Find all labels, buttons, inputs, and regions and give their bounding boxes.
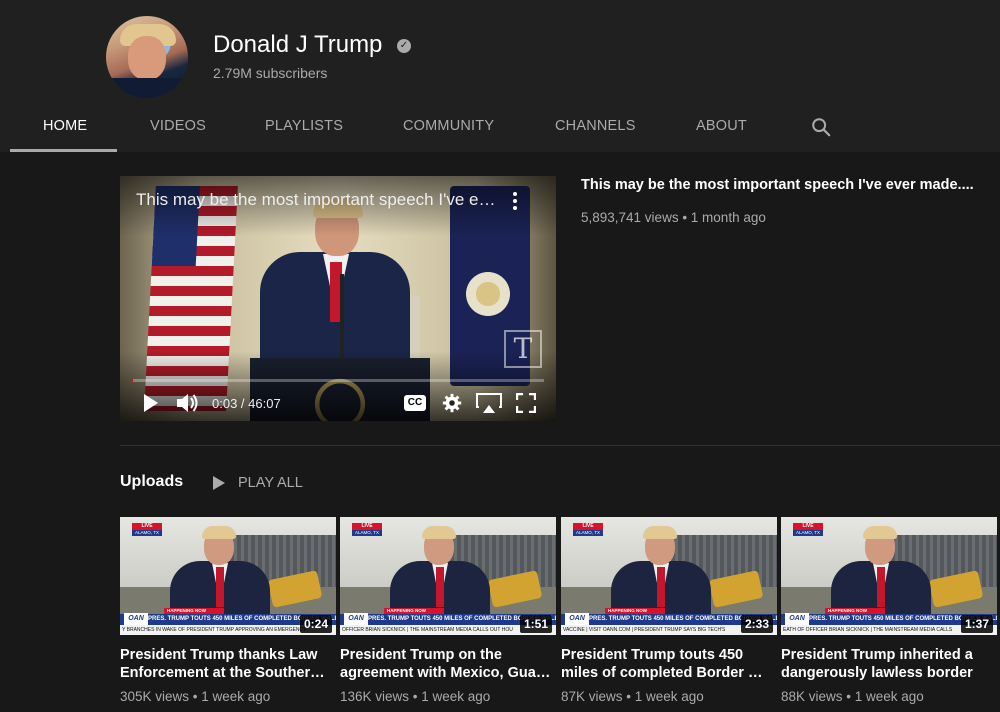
live-tag: LIVE <box>573 523 603 530</box>
video-title-line: President Trump thanks Law <box>120 647 318 663</box>
fullscreen-icon[interactable] <box>516 393 536 413</box>
microphone <box>340 274 344 360</box>
location-tag: ALAMO, TX <box>573 530 603 536</box>
section-divider <box>120 445 1000 446</box>
avatar-face <box>128 36 166 80</box>
video-title-line: agreement with Mexico, Guatemala <box>340 665 552 681</box>
video-title[interactable]: President Trump thanks Law Enforcement a… <box>120 646 332 682</box>
duration-badge: 0:24 <box>299 615 332 633</box>
video-thumbnail[interactable]: LIVE ALAMO, TX HAPPENING NOW PRES. TRUMP… <box>561 517 777 635</box>
flag-seal <box>460 266 516 322</box>
time-display: 0:03 / 46:07 <box>212 396 281 411</box>
tab-community[interactable]: COMMUNITY <box>403 118 494 134</box>
video-thumbnail[interactable]: LIVE ALAMO, TX HAPPENING NOW PRES. TRUMP… <box>781 517 997 635</box>
channel-name: Donald J Trump <box>213 31 383 58</box>
subscriber-count: 2.79M subscribers <box>213 65 328 81</box>
video-meta: 87K views • 1 week ago <box>561 689 704 704</box>
video-thumbnail[interactable]: LIVE ALAMO, TX HAPPENING NOW PRES. TRUMP… <box>120 517 336 635</box>
more-vert-icon[interactable] <box>512 192 518 210</box>
tab-videos[interactable]: VIDEOS <box>150 118 206 134</box>
search-icon[interactable] <box>810 116 832 138</box>
check-circle-icon: ✓ <box>397 39 411 53</box>
video-title[interactable]: President Trump on the agreement with Me… <box>340 646 552 682</box>
duration-badge: 1:37 <box>960 615 993 633</box>
play-icon <box>213 476 225 490</box>
video-title[interactable]: President Trump touts 450 miles of compl… <box>561 646 773 682</box>
tab-playlists[interactable]: PLAYLISTS <box>265 118 343 134</box>
location-tag: ALAMO, TX <box>132 530 162 536</box>
video-title-line: dangerously lawless border <box>781 665 973 681</box>
channel-watermark[interactable]: T <box>504 330 542 368</box>
video-title-line: President Trump on the <box>340 647 502 663</box>
duration-badge: 1:51 <box>519 615 552 633</box>
network-logo: OAN <box>785 613 809 625</box>
location-tag: ALAMO, TX <box>352 530 382 536</box>
video-title-line: President Trump inherited a <box>781 647 973 663</box>
upload-card[interactable]: LIVE ALAMO, TX HAPPENING NOW PRES. TRUMP… <box>561 517 777 712</box>
video-meta: 88K views • 1 week ago <box>781 689 924 704</box>
channel-header: Donald J Trump ✓ 2.79M subscribers HOME … <box>0 0 1000 152</box>
featured-video-meta: 5,893,741 views • 1 month ago <box>581 210 766 225</box>
avatar-suit <box>106 78 188 98</box>
video-title-line: miles of completed Border Wall <box>561 665 773 681</box>
captions-button[interactable]: CC <box>404 395 426 411</box>
featured-video-title[interactable]: This may be the most important speech I'… <box>581 177 974 193</box>
network-logo: OAN <box>124 613 148 625</box>
location-tag: ALAMO, TX <box>793 530 823 536</box>
tab-about[interactable]: ABOUT <box>696 118 747 134</box>
featured-video-player[interactable]: This may be the most important speech I'… <box>120 176 556 421</box>
airplay-icon[interactable] <box>476 392 502 414</box>
video-title[interactable]: President Trump inherited a dangerously … <box>781 646 993 682</box>
settings-gear-icon[interactable] <box>441 392 463 414</box>
network-logo: OAN <box>565 613 589 625</box>
play-icon[interactable] <box>142 392 160 414</box>
live-tag: LIVE <box>352 523 382 530</box>
upload-card[interactable]: LIVE ALAMO, TX HAPPENING NOW PRES. TRUMP… <box>340 517 556 712</box>
live-tag: LIVE <box>793 523 823 530</box>
live-tag: LIVE <box>132 523 162 530</box>
volume-icon[interactable] <box>176 392 200 414</box>
player-overlay-title[interactable]: This may be the most important speech I'… <box>136 190 496 210</box>
video-title-line: Enforcement at the Southern Border <box>120 665 332 681</box>
tab-channels[interactable]: CHANNELS <box>555 118 636 134</box>
video-thumbnail[interactable]: LIVE ALAMO, TX HAPPENING NOW PRES. TRUMP… <box>340 517 556 635</box>
upload-card[interactable]: LIVE ALAMO, TX HAPPENING NOW PRES. TRUMP… <box>120 517 336 712</box>
progress-bar[interactable] <box>132 379 544 382</box>
tab-home[interactable]: HOME <box>43 118 87 134</box>
channel-avatar[interactable] <box>106 16 188 98</box>
channel-tabs: HOME VIDEOS PLAYLISTS COMMUNITY CHANNELS… <box>0 104 1000 152</box>
upload-card[interactable]: LIVE ALAMO, TX HAPPENING NOW PRES. TRUMP… <box>781 517 997 712</box>
play-all-label: PLAY ALL <box>238 475 303 491</box>
video-title-line: President Trump touts 450 <box>561 647 744 663</box>
video-meta: 305K views • 1 week ago <box>120 689 271 704</box>
network-logo: OAN <box>344 613 368 625</box>
video-meta: 136K views • 1 week ago <box>340 689 491 704</box>
active-tab-indicator <box>10 149 117 152</box>
duration-badge: 2:33 <box>740 615 773 633</box>
uploads-section-title[interactable]: Uploads <box>120 473 183 491</box>
